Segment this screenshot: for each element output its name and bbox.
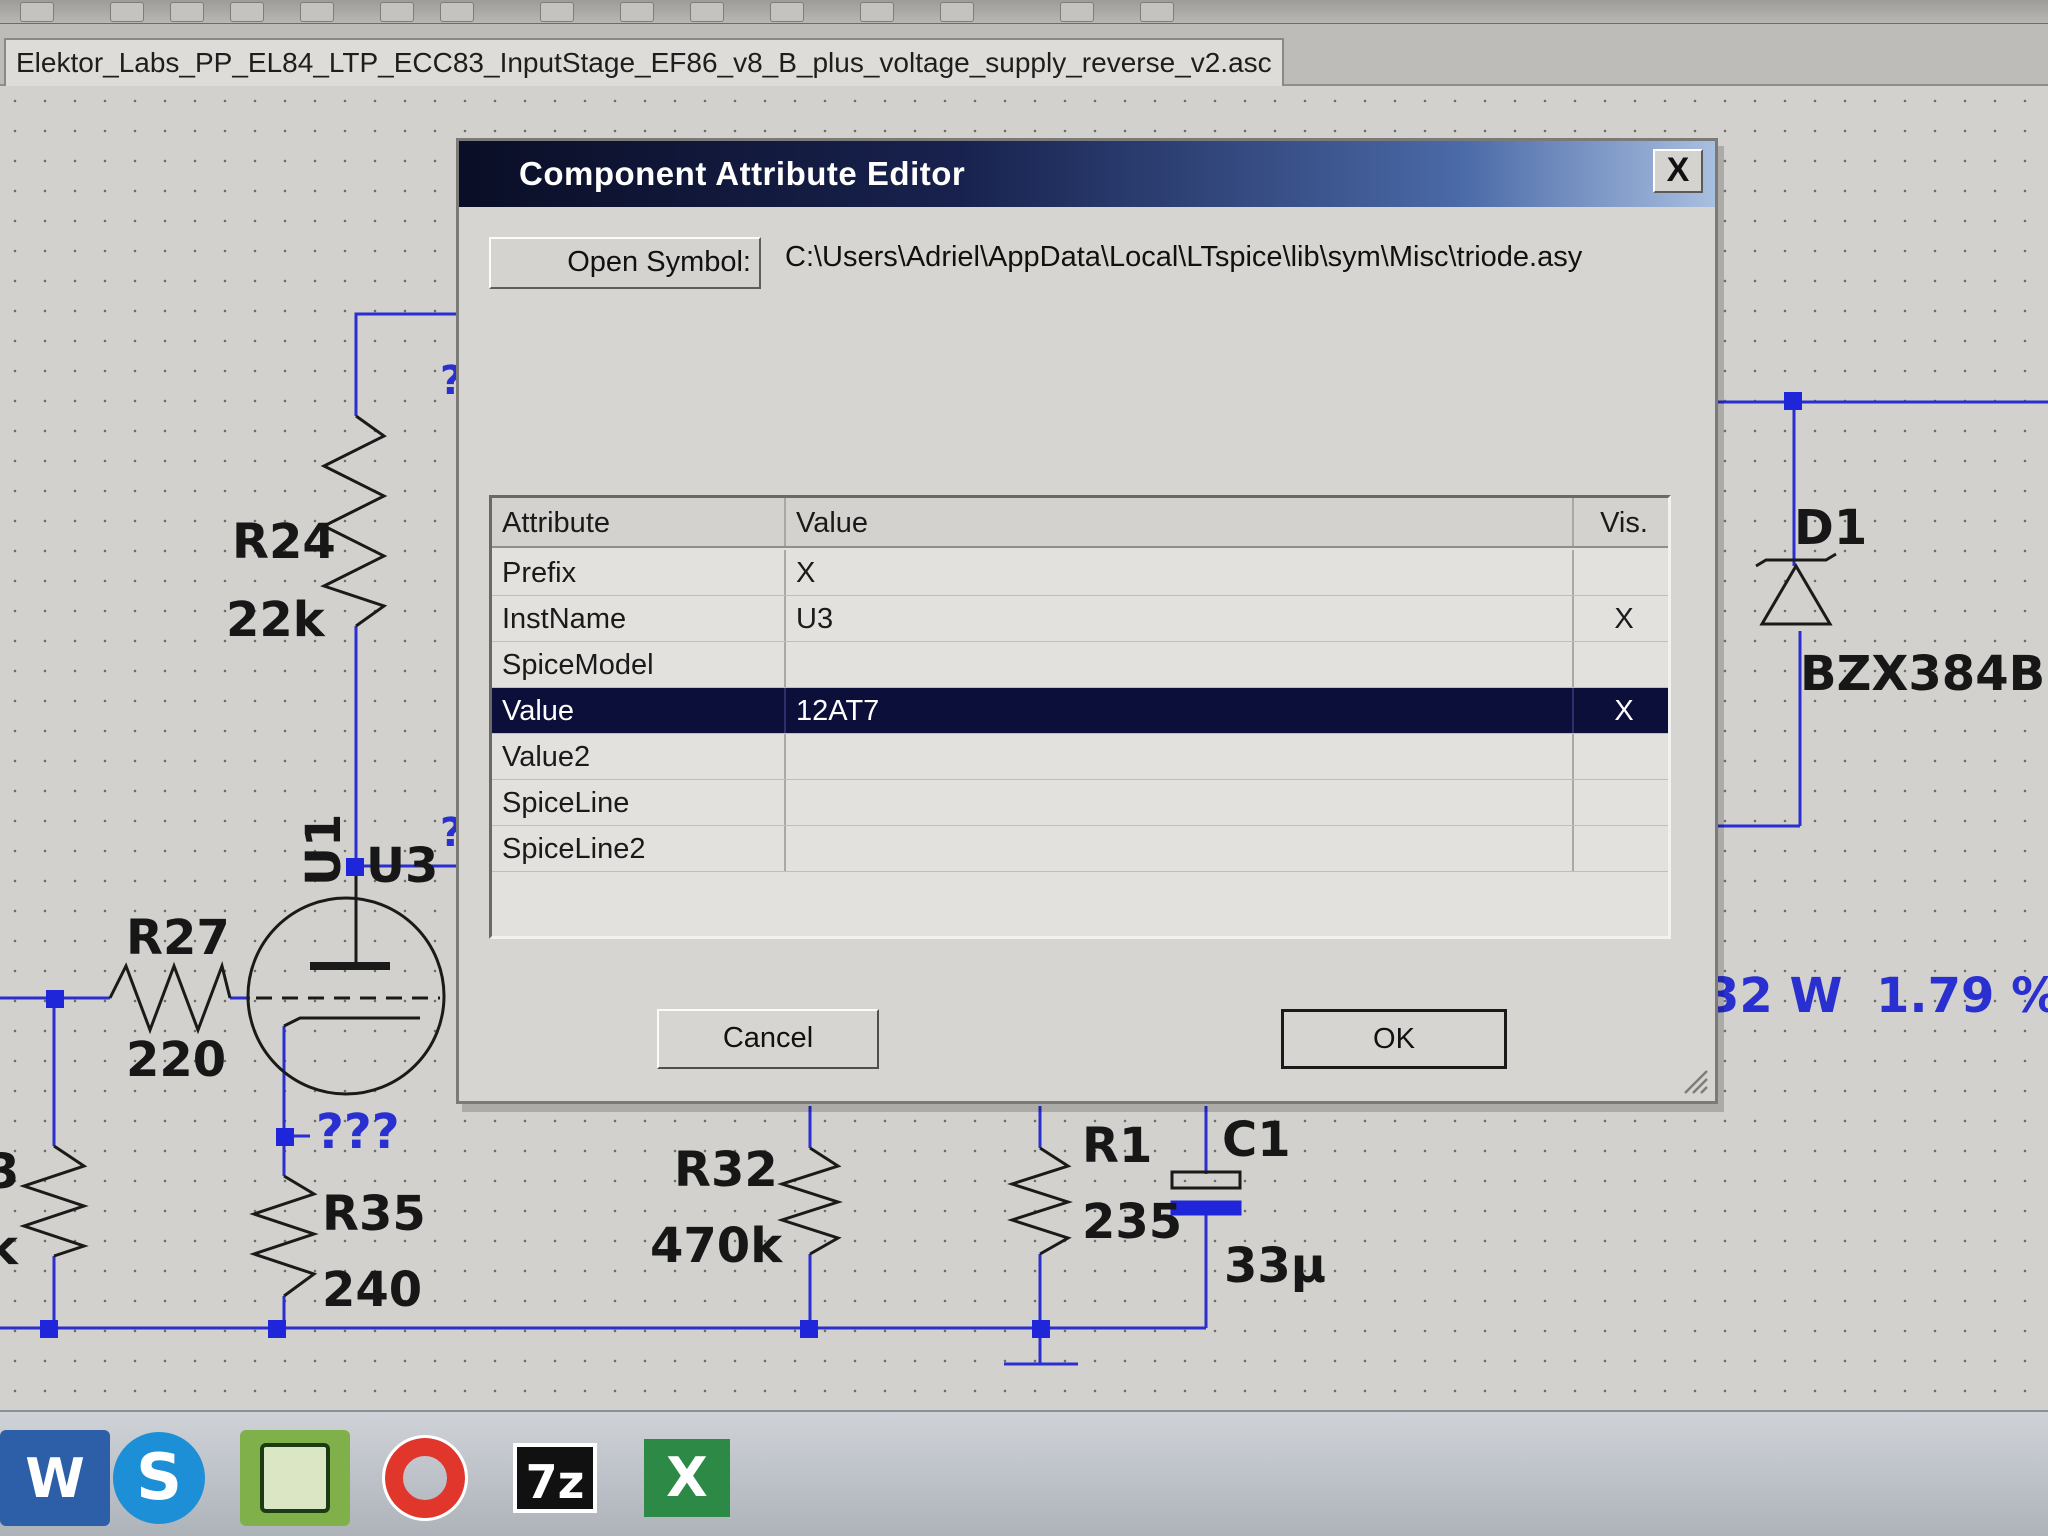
cell-vis[interactable] xyxy=(1572,550,1668,595)
toolbar-button[interactable] xyxy=(440,2,474,22)
attribute-table: Attribute Value Vis. Prefix X InstName U3 X S… xyxy=(489,495,1671,939)
label-c1: C1 xyxy=(1222,1112,1291,1168)
lifebuoy-icon[interactable] xyxy=(370,1430,480,1526)
cell-value[interactable] xyxy=(784,642,1572,687)
tab-bar: Elektor_Labs_PP_EL84_LTP_ECC83_InputStag… xyxy=(0,24,2048,86)
table-row[interactable]: Value 12AT7 X xyxy=(492,688,1668,734)
cell-value[interactable] xyxy=(784,780,1572,825)
7zip-icon[interactable]: 7z xyxy=(500,1430,610,1526)
label-r24-value: 22k xyxy=(226,592,325,648)
label-r32: R32 xyxy=(674,1142,778,1198)
toolbar-button[interactable] xyxy=(1140,2,1174,22)
ltspice-icon[interactable] xyxy=(240,1430,350,1526)
percent-readout: 1.79 % xyxy=(1876,968,2048,1024)
label-r27-value: 220 xyxy=(126,1032,227,1088)
word-icon[interactable]: W xyxy=(0,1430,110,1526)
toolbar-button[interactable] xyxy=(770,2,804,22)
cell-vis[interactable]: X xyxy=(1572,688,1668,733)
cell-attribute[interactable]: Value xyxy=(492,688,784,733)
label-r35-value: 240 xyxy=(322,1262,423,1318)
zoom-icon[interactable] xyxy=(230,2,264,22)
label-d1-value: BZX384B2 xyxy=(1800,646,2048,702)
excel-label: X xyxy=(644,1439,730,1517)
label-left-edge: 3 xyxy=(0,1144,20,1200)
table-row[interactable]: Prefix X xyxy=(492,550,1668,596)
column-header-value[interactable]: Value xyxy=(784,498,1572,546)
cell-vis[interactable] xyxy=(1572,826,1668,871)
symbol-path: C:\Users\Adriel\AppData\Local\LTspice\li… xyxy=(785,241,1583,273)
cell-vis[interactable] xyxy=(1572,642,1668,687)
label-r1: R1 xyxy=(1082,1118,1153,1174)
cell-attribute[interactable]: InstName xyxy=(492,596,784,641)
table-row[interactable]: Value2 xyxy=(492,734,1668,780)
table-row[interactable]: SpiceLine2 xyxy=(492,826,1668,872)
close-button[interactable]: X xyxy=(1653,149,1703,193)
dialog-titlebar[interactable]: Component Attribute Editor X xyxy=(459,141,1715,207)
cell-value[interactable]: U3 xyxy=(784,596,1572,641)
toolbar-button[interactable] xyxy=(860,2,894,22)
table-row[interactable]: SpiceLine xyxy=(492,780,1668,826)
toolbar xyxy=(0,0,2048,24)
cell-attribute[interactable]: SpiceLine2 xyxy=(492,826,784,871)
table-row[interactable]: InstName U3 X xyxy=(492,596,1668,642)
dialog-title: Component Attribute Editor xyxy=(519,155,966,192)
toolbar-button[interactable] xyxy=(20,2,54,22)
column-header-vis[interactable]: Vis. xyxy=(1572,498,1668,546)
cell-attribute[interactable]: SpiceModel xyxy=(492,642,784,687)
cell-vis[interactable]: X xyxy=(1572,596,1668,641)
label-r1-value: 235 xyxy=(1082,1194,1183,1250)
zoom-icon[interactable] xyxy=(110,2,144,22)
label-left-edge: k xyxy=(0,1220,18,1276)
cell-attribute[interactable]: Prefix xyxy=(492,550,784,595)
ok-button[interactable]: OK xyxy=(1281,1009,1507,1069)
skype-label: S xyxy=(113,1432,205,1524)
cancel-button[interactable]: Cancel xyxy=(657,1009,879,1069)
label-r32-value: 470k xyxy=(650,1218,783,1274)
cell-vis[interactable] xyxy=(1572,734,1668,779)
label-u1: U1 xyxy=(296,813,352,886)
label-r27: R27 xyxy=(126,910,230,966)
toolbar-button[interactable] xyxy=(540,2,574,22)
resize-grip-icon[interactable] xyxy=(1681,1067,1709,1095)
label-c1-value: 33µ xyxy=(1224,1238,1327,1294)
cut-icon[interactable] xyxy=(300,2,334,22)
component-attribute-editor-dialog: Component Attribute Editor X Open Symbol… xyxy=(456,138,1718,1104)
excel-icon[interactable]: X xyxy=(632,1430,742,1526)
cell-value[interactable] xyxy=(784,734,1572,779)
label-r35: R35 xyxy=(322,1186,426,1242)
toolbar-button[interactable] xyxy=(690,2,724,22)
table-header: Attribute Value Vis. xyxy=(492,498,1668,548)
lifebuoy-glyph xyxy=(382,1435,468,1521)
cell-value[interactable]: X xyxy=(784,550,1572,595)
table-row[interactable]: SpiceModel xyxy=(492,642,1668,688)
zoom-icon[interactable] xyxy=(170,2,204,22)
column-header-attribute[interactable]: Attribute xyxy=(492,498,784,546)
tab-document[interactable]: Elektor_Labs_PP_EL84_LTP_ECC83_InputStag… xyxy=(4,38,1284,86)
taskbar: W S 7z X xyxy=(0,1410,2048,1536)
label-unknown-net: ??? xyxy=(316,1104,400,1160)
cell-vis[interactable] xyxy=(1572,780,1668,825)
label-u3: U3 xyxy=(366,838,439,894)
cell-value[interactable] xyxy=(784,826,1572,871)
skype-icon[interactable]: S xyxy=(104,1430,214,1526)
cell-attribute[interactable]: SpiceLine xyxy=(492,780,784,825)
toolbar-button[interactable] xyxy=(940,2,974,22)
label-d1: D1 xyxy=(1794,500,1868,556)
open-symbol-button[interactable]: Open Symbol: xyxy=(489,237,761,289)
toolbar-button[interactable] xyxy=(380,2,414,22)
7zip-label: 7z xyxy=(513,1443,597,1513)
toolbar-button[interactable] xyxy=(620,2,654,22)
toolbar-button[interactable] xyxy=(1060,2,1094,22)
cell-value[interactable]: 12AT7 xyxy=(784,688,1572,733)
cell-attribute[interactable]: Value2 xyxy=(492,734,784,779)
ltspice-glyph xyxy=(260,1443,330,1513)
label-r24: R24 xyxy=(232,514,336,570)
power-readout: 32 W xyxy=(1706,968,1843,1024)
